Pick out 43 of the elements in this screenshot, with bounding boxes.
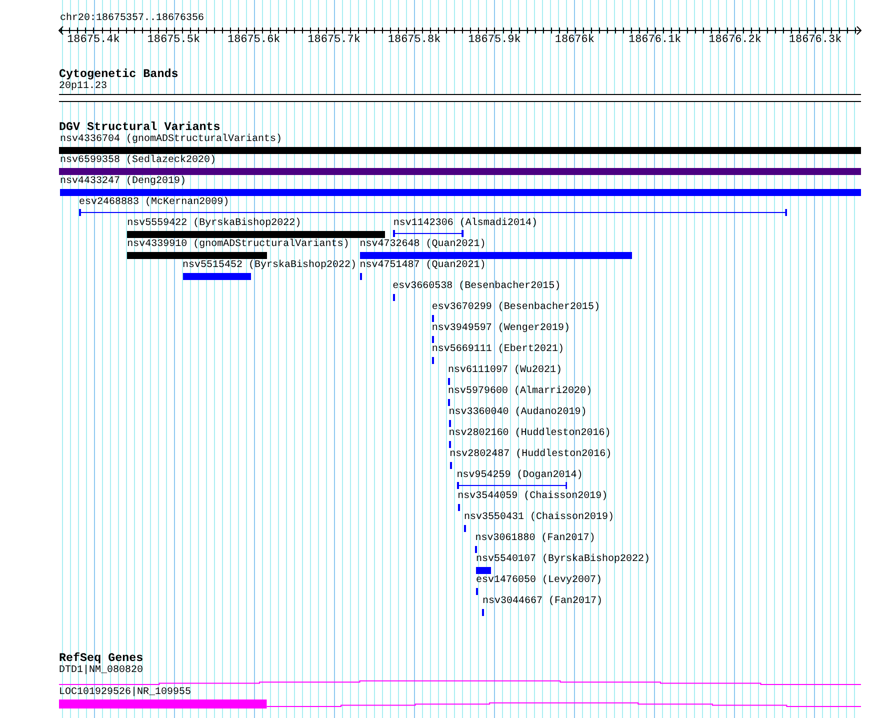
tick-label: 18676.3k — [788, 34, 842, 46]
band-label: 20p11.23 — [59, 81, 108, 93]
variant-label: nsv5515452 (ByrskaBishop2022) — [182, 260, 357, 272]
variant-label: nsv4336704 (gnomADStructuralVariants) — [60, 134, 282, 146]
variant-label: nsv3949597 (Wenger2019) — [432, 323, 570, 335]
variant-label: nsv3044667 (Fan2017) — [482, 596, 602, 608]
tick-label: 18676k — [554, 34, 594, 46]
variant-label: nsv3061880 (Fan2017) — [475, 533, 596, 545]
variant-label: nsv6599358 (Sedlazeck2020) — [60, 155, 216, 167]
variant-label: nsv2802160 (Huddleston2016) — [448, 428, 611, 440]
tick-label: 18675.6k — [227, 34, 280, 46]
track-title: DGV Structural Variants — [59, 121, 220, 134]
tick-label: 18675.4k — [67, 34, 120, 46]
variant-label: esv2468883 (McKernan2009) — [79, 197, 230, 209]
tick-label: 18675.5k — [147, 34, 200, 46]
variant-label: nsv954259 (Dogan2014) — [456, 470, 583, 482]
variant-label: nsv2802487 (Huddleston2016) — [450, 449, 612, 461]
gene-label: LOC101929526|NR_109955 — [59, 687, 192, 699]
variant-label: esv3660538 (Besenbacher2015) — [392, 281, 561, 293]
variant-label: nsv3550431 (Chaisson2019) — [464, 512, 614, 524]
tick-label: 18676.1k — [628, 34, 682, 46]
variant-label: esv3670299 (Besenbacher2015) — [432, 302, 600, 314]
variant-label: nsv5559422 (ByrskaBishop2022) — [127, 218, 302, 230]
variant-label: nsv3544059 (Chaisson2019) — [458, 491, 608, 503]
track-title: RefSeq Genes — [59, 652, 144, 665]
tick-label: 18676.2k — [708, 34, 762, 46]
variant-label: nsv4433247 (Deng2019) — [60, 176, 186, 188]
variant-label: nsv5669111 (Ebert2021) — [432, 344, 564, 356]
tick-label: 18675.9k — [468, 34, 521, 46]
variant-label: nsv3360040 (Audano2019) — [448, 407, 587, 419]
variant-label: nsv4339910 (gnomADStructuralVariants) — [127, 239, 350, 251]
variant-label: esv1476050 (Levy2007) — [476, 575, 602, 587]
tick-label: 18675.8k — [388, 34, 441, 46]
variant-label: nsv6111097 (Wu2021) — [448, 365, 562, 377]
tick-label: 18675.7k — [308, 34, 360, 46]
variant-label: nsv4751487 (Quan2021) — [360, 260, 486, 272]
gene-label: DTD1|NM_080820 — [59, 665, 144, 677]
variant-label: nsv5979600 (Almarri2020) — [448, 386, 592, 398]
variant-label: nsv5540107 (ByrskaBishop2022) — [476, 554, 650, 566]
track-title: Cytogenetic Bands — [59, 68, 180, 81]
variant-label: nsv4732648 (Quan2021) — [360, 239, 486, 251]
locus-label: chr20:18675357..18676356 — [60, 13, 204, 25]
variant-label: nsv1142306 (Alsmadi2014) — [393, 218, 538, 230]
